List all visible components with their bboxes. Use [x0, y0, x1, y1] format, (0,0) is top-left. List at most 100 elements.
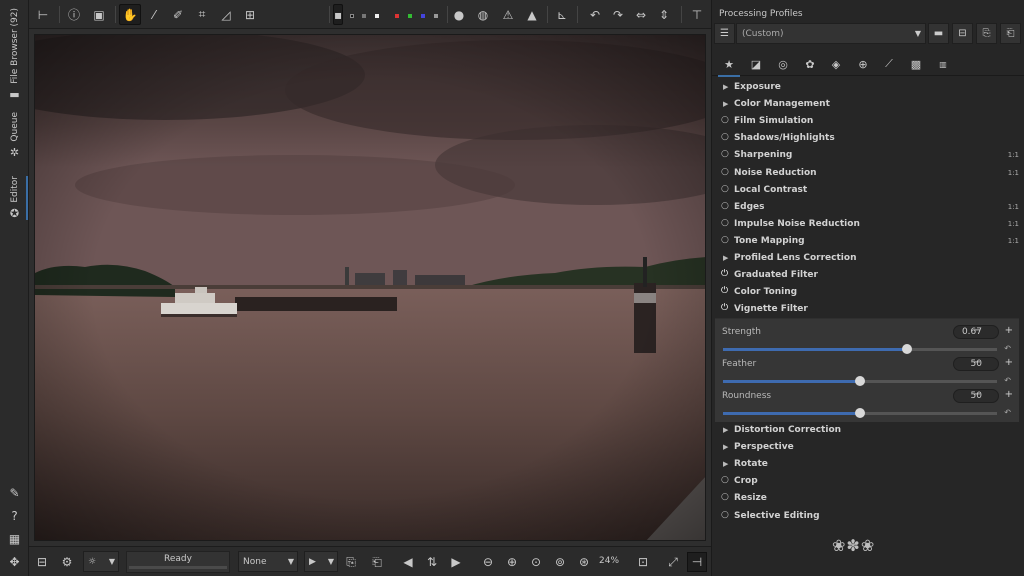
hide-top-panel-icon[interactable]: ⊤ — [686, 4, 708, 25]
tab-locallab-icon[interactable]: ▩ — [905, 54, 927, 74]
power-toggle-icon[interactable]: ○ — [721, 132, 729, 142]
expander-icon[interactable]: ▶ — [723, 100, 728, 108]
preview-luminance-swatch[interactable] — [434, 14, 438, 18]
tool-color-toning[interactable]: ⏻ Color Toning — [712, 285, 1024, 302]
bg-black-swatch[interactable] — [350, 14, 354, 18]
tool-noise-reduction[interactable]: ○ Noise Reduction 1:1 — [712, 166, 1024, 183]
color-picker-icon[interactable]: ✐ — [167, 4, 189, 25]
tool-local-contrast[interactable]: ○ Local Contrast — [712, 183, 1024, 200]
zoom-in-icon[interactable]: ⊕ — [502, 552, 522, 572]
tab-transform-icon[interactable]: ⊕ — [852, 54, 874, 74]
slider-handle[interactable] — [855, 376, 865, 386]
power-toggle-icon[interactable]: ○ — [721, 149, 729, 159]
tab-exposure-icon[interactable]: ◪ — [745, 54, 767, 74]
sync-filmstrip-icon[interactable]: ⇅ — [422, 552, 442, 572]
slider-track[interactable] — [723, 376, 997, 386]
perspective-tool-icon[interactable]: ⊞ — [239, 4, 261, 25]
tool-color-management[interactable]: ▶ Color Management — [712, 97, 1024, 114]
tool-perspective[interactable]: ▶ Perspective — [712, 440, 1024, 457]
snapshot-profile-combo[interactable]: None ▼ — [238, 551, 298, 572]
tool-edges[interactable]: ○ Edges 1:1 — [712, 200, 1024, 217]
power-toggle-icon[interactable]: ○ — [721, 115, 729, 125]
zoom-fit-crop-icon[interactable]: ⊚ — [550, 552, 570, 572]
power-toggle-icon[interactable]: ○ — [721, 218, 729, 228]
tab-advanced-icon[interactable]: ◈ — [825, 54, 847, 74]
decrement-icon[interactable]: − — [973, 389, 981, 400]
hide-right-panel-icon[interactable]: ⊣ — [687, 552, 707, 572]
increment-icon[interactable]: + — [1005, 325, 1013, 336]
tab-file-browser[interactable]: File Browser (92) ▬ — [0, 8, 29, 101]
rotate-left-icon[interactable]: ↶ — [584, 4, 606, 25]
copy-profile-panel-icon[interactable]: ⎘ — [976, 23, 997, 44]
preview-green-swatch[interactable] — [408, 14, 412, 18]
decrement-icon[interactable]: − — [973, 357, 981, 368]
tab-queue[interactable]: Queue ✲ — [0, 112, 29, 159]
tool-rotate[interactable]: ▶ Rotate — [712, 457, 1024, 474]
rotate-right-icon[interactable]: ↷ — [607, 4, 629, 25]
power-toggle-icon[interactable]: ○ — [721, 167, 729, 177]
previous-image-icon[interactable]: ◀ — [398, 552, 418, 572]
power-toggle-icon[interactable]: ○ — [721, 184, 729, 194]
photo-preview[interactable] — [34, 34, 706, 541]
tab-details-icon[interactable]: ◎ — [772, 54, 794, 74]
tool-vignette-filter[interactable]: ⏻ Vignette Filter — [712, 302, 1024, 319]
expander-icon[interactable]: ▶ — [723, 460, 728, 468]
tool-graduated-filter[interactable]: ⏻ Graduated Filter — [712, 268, 1024, 285]
preview-blue-swatch[interactable] — [421, 14, 425, 18]
tool-crop[interactable]: ○ Crop — [712, 474, 1024, 491]
slider-strength[interactable]: Strength 0.67− + ↶ — [715, 323, 1019, 355]
soft-proof-icon[interactable]: ◍ — [472, 4, 494, 25]
expander-icon[interactable]: ▶ — [723, 443, 728, 451]
bg-white-swatch[interactable] — [375, 14, 379, 18]
power-toggle-icon[interactable]: ⏻ — [721, 286, 728, 296]
increment-icon[interactable]: + — [1005, 389, 1013, 400]
copy-profile-icon[interactable]: ⎘ — [341, 552, 361, 572]
send-to-queue-icon[interactable]: ⚙ — [57, 552, 77, 572]
new-detail-window-icon[interactable]: ⊡ — [633, 552, 653, 572]
hide-left-panel-icon[interactable]: ⊢ — [32, 4, 54, 25]
power-toggle-icon[interactable]: ○ — [721, 510, 729, 520]
slider-roundness[interactable]: Roundness 50− + ↶ — [715, 387, 1019, 419]
slider-feather[interactable]: Feather 50− + ↶ — [715, 355, 1019, 387]
tool-shadows-highlights[interactable]: ○ Shadows/Highlights — [712, 131, 1024, 148]
flip-vertical-icon[interactable]: ⇕ — [653, 4, 675, 25]
expander-icon[interactable]: ▶ — [723, 426, 728, 434]
zoom-out-icon[interactable]: ⊖ — [478, 552, 498, 572]
straighten-tool-icon[interactable]: ◿ — [215, 4, 237, 25]
paste-profile-panel-icon[interactable]: ⎗ — [1000, 23, 1021, 44]
preview-mode-toggle[interactable]: ▪ — [333, 4, 343, 25]
next-image-icon[interactable]: ▶ — [446, 552, 466, 572]
profile-list-icon[interactable]: ☰ — [714, 23, 735, 44]
power-toggle-icon[interactable]: ○ — [721, 475, 729, 485]
power-toggle-icon[interactable]: ○ — [721, 492, 729, 502]
tab-raw-icon[interactable]: ⟋ — [878, 54, 900, 74]
paste-profile-icon[interactable]: ⎗ — [367, 552, 387, 572]
rank-button[interactable]: ▶ ▼ — [304, 551, 338, 572]
histogram-toggle-icon[interactable]: ⊾ — [551, 4, 573, 25]
slider-handle[interactable] — [901, 344, 912, 354]
slider-handle[interactable] — [855, 408, 865, 418]
profile-select[interactable]: (Custom) ▼ — [736, 23, 926, 44]
slider-track[interactable] — [723, 408, 997, 418]
power-toggle-icon[interactable]: ⏻ — [721, 303, 728, 313]
tool-film-simulation[interactable]: ○ Film Simulation — [712, 114, 1024, 131]
flip-horizontal-icon[interactable]: ⇔ — [630, 4, 652, 25]
info-icon[interactable]: ⓘ — [63, 4, 85, 25]
white-balance-picker-icon[interactable]: ⁄ — [143, 4, 165, 25]
save-profile-icon[interactable]: ⊟ — [952, 23, 973, 44]
tab-metadata-icon[interactable]: ▥ — [932, 54, 954, 74]
fullscreen-toggle-icon[interactable]: ⤢ — [663, 552, 683, 572]
tool-selective-editing[interactable]: ○ Selective Editing — [712, 509, 1024, 526]
edit-preferences-icon[interactable]: ✎ — [0, 486, 29, 500]
decrement-icon[interactable]: − — [973, 325, 981, 336]
tab-editor[interactable]: Editor ✪ — [0, 176, 29, 220]
preview-red-swatch[interactable] — [395, 14, 399, 18]
power-toggle-icon[interactable]: ⏻ — [721, 269, 728, 279]
reset-icon[interactable]: ↶ — [1004, 376, 1011, 385]
bg-grey-swatch[interactable] — [362, 14, 366, 18]
reset-icon[interactable]: ↶ — [1004, 344, 1011, 353]
highlight-clipping-icon[interactable]: ▲ — [521, 4, 543, 25]
slider-track[interactable] — [723, 344, 997, 354]
tab-favorites-icon[interactable]: ★ — [718, 54, 740, 77]
load-profile-icon[interactable]: ▬ — [928, 23, 949, 44]
